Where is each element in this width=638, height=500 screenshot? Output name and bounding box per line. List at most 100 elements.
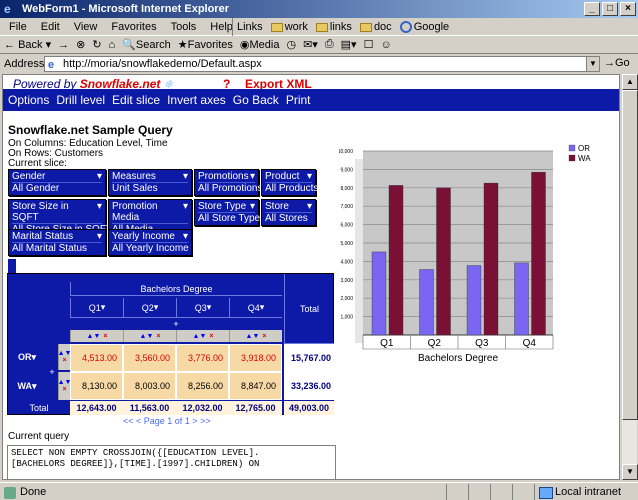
- menu-tools[interactable]: Tools: [164, 21, 204, 33]
- forward-button[interactable]: →: [58, 39, 69, 51]
- row-sort-controls[interactable]: ▲▼ ×: [58, 344, 71, 370]
- scroll-up-icon[interactable]: ▲: [622, 74, 638, 90]
- nav-edit-slice[interactable]: Edit slice: [112, 93, 160, 107]
- links-label: Links: [237, 21, 263, 33]
- mail-icon[interactable]: ✉▾: [303, 38, 318, 51]
- bar-chart: 1,000 2,000 3,000 4,000 5,000 6,000 7,000 8,000…: [339, 144, 591, 364]
- sort-controls[interactable]: ▲▼ ×: [176, 330, 229, 342]
- slicer-yearly-income[interactable]: Yearly Income ▾ All Yearly Income: [108, 229, 192, 256]
- scroll-down-icon[interactable]: ▼: [622, 464, 638, 480]
- pager[interactable]: << < Page 1 of 1 > >>: [123, 416, 211, 426]
- grand-total-label: Total: [29, 403, 49, 413]
- action-menu: Options Drill level Edit slice Invert ax…: [3, 89, 619, 111]
- address-dropdown-icon[interactable]: ▼: [586, 57, 599, 71]
- vertical-scrollbar[interactable]: ▲ ▼: [621, 74, 638, 480]
- table-cell: 8,003.00: [123, 372, 176, 400]
- y-tick-label: 4,000: [340, 259, 353, 265]
- search-button[interactable]: 🔍Search: [122, 38, 171, 51]
- quarter-header[interactable]: Q2 ▾: [123, 298, 176, 318]
- quarter-header[interactable]: Q1 ▾: [70, 298, 123, 318]
- print-icon[interactable]: ⎙: [325, 38, 334, 51]
- history-icon[interactable]: ◷: [286, 38, 296, 51]
- page-icon: e: [48, 59, 55, 71]
- media-button[interactable]: ◉Media: [240, 38, 280, 51]
- nav-drill-level[interactable]: Drill level: [56, 93, 105, 107]
- link-links[interactable]: links: [315, 21, 352, 33]
- home-icon[interactable]: ⌂: [109, 39, 116, 51]
- expand-plus[interactable]: +: [70, 318, 282, 330]
- row-sort-controls[interactable]: ▲▼ ×: [58, 372, 71, 400]
- chevron-down-icon: ▾: [249, 171, 255, 182]
- folder-icon: [359, 22, 372, 32]
- nav-print[interactable]: Print: [286, 93, 311, 107]
- x-tick-label: Q2: [428, 338, 442, 349]
- stop-icon[interactable]: ⊗: [76, 38, 85, 51]
- table-cell: 3,918.00: [229, 344, 282, 372]
- slice-handle[interactable]: [8, 259, 16, 273]
- column-group-header[interactable]: Bachelors Degree: [70, 282, 282, 296]
- plot-side-wall: [355, 159, 363, 343]
- chevron-down-icon: ▾: [182, 171, 188, 182]
- scroll-thumb[interactable]: [622, 90, 638, 420]
- menu-file[interactable]: File: [2, 21, 34, 33]
- back-button[interactable]: ← Back ▾: [4, 38, 51, 51]
- address-input[interactable]: e http://moria/snowflakedemo/Default.asp…: [44, 56, 600, 72]
- bar: [436, 187, 451, 336]
- maximize-button[interactable]: □: [602, 2, 618, 16]
- links-bar: Links work links doc Google: [232, 18, 449, 36]
- menu-edit[interactable]: Edit: [34, 21, 67, 33]
- row-expand-plus[interactable]: +: [46, 344, 58, 400]
- table-cell: 8,256.00: [176, 372, 229, 400]
- sort-controls[interactable]: ▲▼ ×: [123, 330, 176, 342]
- query-textarea[interactable]: SELECT NON EMPTY CROSSJOIN({[EDUCATION L…: [7, 445, 336, 479]
- y-tick-label: 3,000: [340, 278, 353, 284]
- slicer-marital-status[interactable]: Marital Status ▾ All Marital Status: [8, 229, 106, 256]
- column-total: 11,563.00: [123, 401, 176, 415]
- nav-invert-axes[interactable]: Invert axes: [167, 93, 226, 107]
- link-doc[interactable]: doc: [359, 21, 392, 33]
- table-cell: 8,847.00: [229, 372, 282, 400]
- slicer-measures[interactable]: Measures ▾ Unit Sales: [108, 169, 192, 196]
- nav-options[interactable]: Options: [8, 93, 49, 107]
- close-button[interactable]: ×: [620, 2, 636, 16]
- link-google[interactable]: Google: [399, 21, 449, 34]
- y-tick-label: 7,000: [340, 204, 353, 210]
- folder-icon: [315, 22, 328, 32]
- go-button[interactable]: →Go: [604, 57, 630, 69]
- minimize-button[interactable]: _: [584, 2, 600, 16]
- page-title: Snowflake.net Sample Query: [8, 123, 173, 137]
- chevron-down-icon: ▾: [182, 201, 188, 212]
- slicer-store[interactable]: Store ▾ All Stores: [261, 199, 316, 226]
- column-total: 12,765.00: [229, 401, 282, 415]
- nav-go-back[interactable]: Go Back: [233, 93, 279, 107]
- sort-controls[interactable]: ▲▼ ×: [70, 330, 123, 342]
- slicer-product[interactable]: Product ▾ All Products: [261, 169, 318, 196]
- favorites-button[interactable]: ★Favorites: [178, 38, 233, 51]
- row-header-wa[interactable]: WA ▾: [8, 372, 46, 400]
- messenger-icon[interactable]: ☺: [380, 39, 391, 51]
- bar: [483, 182, 499, 336]
- quarter-header[interactable]: Q3 ▾: [176, 298, 229, 318]
- menu-view[interactable]: View: [67, 21, 105, 33]
- bar: [371, 251, 387, 336]
- table-cell: 8,130.00: [70, 372, 123, 400]
- row-total: 33,236.00: [284, 372, 334, 400]
- y-tick-label: 2,000: [340, 296, 353, 302]
- row-header-or[interactable]: OR ▾: [8, 344, 46, 370]
- slicer-gender[interactable]: Gender ▾ All Gender: [8, 169, 106, 196]
- link-work[interactable]: work: [270, 21, 308, 33]
- sort-controls[interactable]: ▲▼ ×: [229, 330, 282, 342]
- slice-label: Current slice:: [8, 158, 67, 169]
- legend-swatch: [568, 144, 576, 152]
- row-total: 15,767.00: [284, 344, 334, 372]
- slicer-promotions[interactable]: Promotions ▾ All Promotions: [194, 169, 262, 196]
- quarter-header[interactable]: Q4 ▾: [229, 298, 282, 318]
- discuss-icon[interactable]: ☐: [364, 38, 374, 51]
- refresh-icon[interactable]: ↻: [92, 38, 101, 51]
- bar: [514, 262, 529, 336]
- edit-icon[interactable]: ▤▾: [341, 38, 357, 51]
- slicer-store-type[interactable]: Store Type ▾ All Store Type: [194, 199, 260, 226]
- menu-favorites[interactable]: Favorites: [104, 21, 163, 33]
- legend-label: WA: [578, 154, 591, 163]
- chevron-down-icon: ▾: [96, 201, 102, 212]
